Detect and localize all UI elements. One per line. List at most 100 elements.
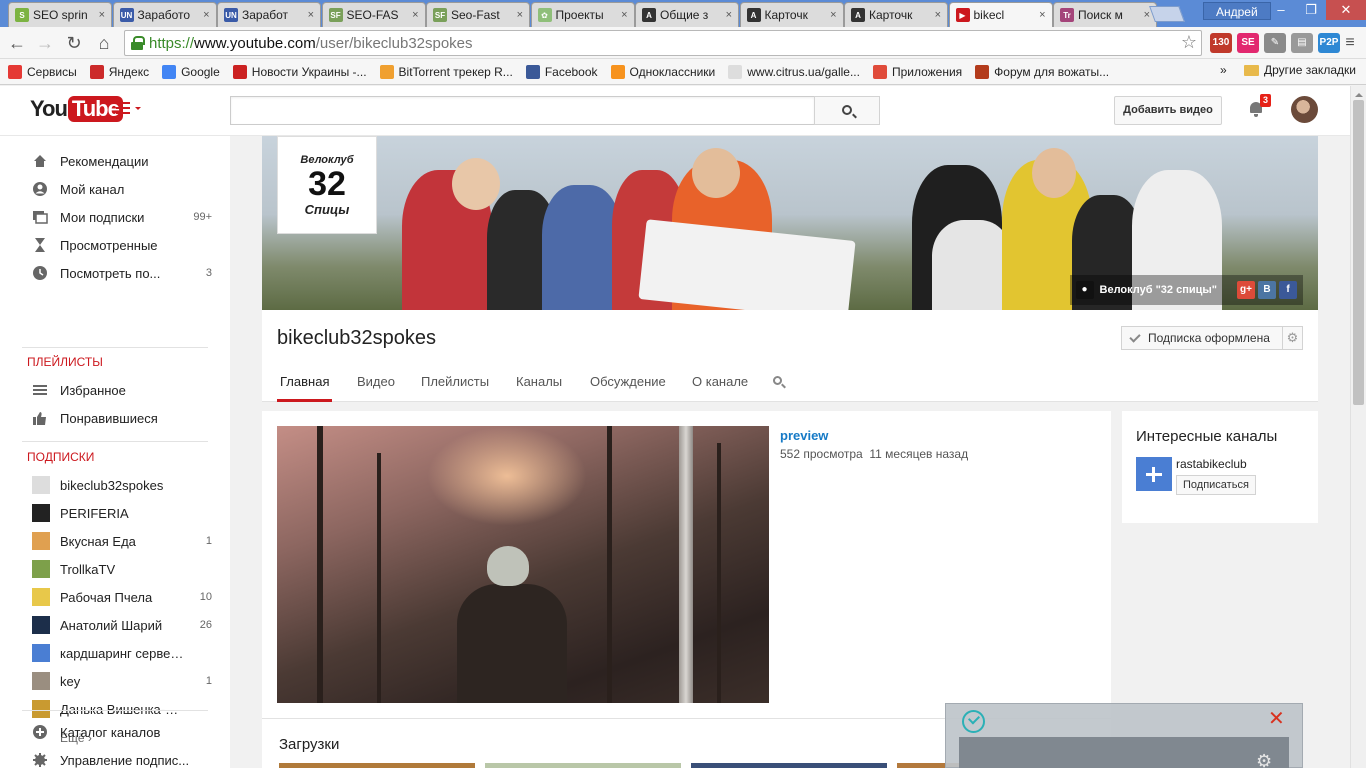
extension-icon[interactable]: ▤ xyxy=(1291,33,1313,53)
browser-tab[interactable]: UN Заработо × xyxy=(112,2,217,27)
other-bookmarks[interactable]: Другие закладки xyxy=(1244,63,1356,77)
upload-thumbnail[interactable] xyxy=(485,763,681,768)
menu-icon[interactable]: ≡ xyxy=(1340,33,1360,53)
bookmark-item[interactable]: www.citrus.ua/galle... xyxy=(728,64,860,79)
guide-item[interactable]: Мой канал xyxy=(32,175,212,203)
upload-thumbnail[interactable] xyxy=(691,763,887,768)
tab-close-icon[interactable]: × xyxy=(99,9,105,21)
upload-thumbnail[interactable] xyxy=(279,763,475,768)
channel-tab[interactable]: О канале xyxy=(689,362,751,402)
channel-tab[interactable]: Видео xyxy=(354,362,398,402)
extension-icon[interactable]: ✎ xyxy=(1264,33,1286,53)
extension-icon[interactable]: P2P xyxy=(1318,33,1340,53)
channel-search-icon[interactable] xyxy=(773,376,782,385)
bookmark-item[interactable]: Сервисы xyxy=(8,64,77,79)
related-subscribe-button[interactable]: Подписаться xyxy=(1176,475,1256,495)
channel-tab[interactable]: Плейлисты xyxy=(418,362,492,402)
guide-item[interactable]: кардшаринг сервер ... xyxy=(32,639,212,667)
subscription-settings-gear-icon[interactable]: ⚙ xyxy=(1283,326,1303,350)
scrollbar-thumb[interactable] xyxy=(1353,100,1364,405)
search-input[interactable] xyxy=(230,96,815,125)
extension-icon[interactable]: SE xyxy=(1237,33,1259,53)
back-icon[interactable]: ← xyxy=(7,33,27,53)
tab-close-icon[interactable]: × xyxy=(830,9,836,21)
address-bar[interactable]: https:// www.youtube.com /user/bikeclub3… xyxy=(124,30,1202,56)
guide-item[interactable]: Мои подписки 99+ xyxy=(32,203,212,231)
tab-close-icon[interactable]: × xyxy=(412,9,418,21)
browser-tab[interactable]: SF Seo-Fast × xyxy=(426,2,530,27)
guide-item[interactable]: Управление подпис... xyxy=(32,746,212,768)
tab-close-icon[interactable]: × xyxy=(621,9,627,21)
guide-item[interactable]: Вкусная Еда 1 xyxy=(32,527,212,555)
guide-item[interactable]: Избранное xyxy=(32,376,212,404)
minimize-button[interactable]: – xyxy=(1266,0,1296,20)
browser-tab[interactable]: A Общие з × xyxy=(635,2,739,27)
browser-tab[interactable]: UN Заработ × xyxy=(217,2,321,27)
guide-item[interactable]: Рекомендации xyxy=(32,147,212,175)
bookmark-item[interactable]: Форум для вожаты... xyxy=(975,64,1109,79)
channel-tab[interactable]: Главная xyxy=(277,362,333,402)
tab-close-icon[interactable]: × xyxy=(308,9,314,21)
social-link-icon[interactable]: g+ xyxy=(1237,281,1255,299)
browser-tab[interactable]: Tr Поиск м × xyxy=(1053,2,1157,27)
tab-close-icon[interactable]: × xyxy=(517,9,523,21)
guide-item[interactable]: Каталог каналов xyxy=(32,718,212,746)
bookmark-star-icon[interactable]: ☆ xyxy=(1181,32,1197,53)
browser-tab[interactable]: ▶ bikecl × xyxy=(948,2,1053,27)
guide-item[interactable]: Анатолий Шарий 26 xyxy=(32,611,212,639)
reload-icon[interactable]: ↻ xyxy=(64,33,84,53)
scroll-up-arrow-icon[interactable] xyxy=(1355,89,1363,97)
guide-item[interactable]: Понравившиеся xyxy=(32,404,212,432)
social-link-icon[interactable]: B xyxy=(1258,281,1276,299)
guide-item[interactable]: Просмотренные xyxy=(32,231,212,259)
browser-tab[interactable]: A Карточк × xyxy=(739,2,844,27)
maximize-button[interactable]: ❐ xyxy=(1296,0,1326,20)
bookmarks-more-button[interactable]: » xyxy=(1220,63,1227,77)
home-icon[interactable]: ⌂ xyxy=(94,33,114,53)
bookmark-item[interactable]: Facebook xyxy=(525,64,598,79)
tab-close-icon[interactable]: × xyxy=(726,9,732,21)
featured-video-thumbnail[interactable] xyxy=(277,426,769,703)
bookmark-item[interactable]: Одноклассники xyxy=(610,64,715,79)
page-scrollbar[interactable] xyxy=(1350,86,1366,768)
tab-close-icon[interactable]: × xyxy=(1039,9,1045,21)
new-tab-button[interactable] xyxy=(1149,6,1185,22)
bookmark-item[interactable]: Google xyxy=(162,64,220,79)
guide-menu-button[interactable] xyxy=(116,102,142,120)
bookmark-item[interactable]: Новости Украины -... xyxy=(232,64,367,79)
guide-item[interactable]: TrollkaTV xyxy=(32,555,212,583)
related-channel-name[interactable]: rastabikeclub xyxy=(1176,457,1247,471)
tab-close-icon[interactable]: × xyxy=(935,9,941,21)
browser-tab[interactable]: ✿ Проекты × xyxy=(530,2,635,27)
channel-tab[interactable]: Обсуждение xyxy=(587,362,669,402)
uploads-heading[interactable]: Загрузки xyxy=(279,736,339,753)
guide-item[interactable]: key 1 xyxy=(32,667,212,695)
close-icon[interactable]: ✕ xyxy=(1268,706,1285,731)
subscribed-button[interactable]: Подписка оформлена xyxy=(1121,326,1283,350)
avatar[interactable] xyxy=(1291,96,1318,123)
channel-tab[interactable]: Каналы xyxy=(513,362,565,402)
bookmark-item[interactable]: Яндекс xyxy=(89,64,149,79)
browser-tab[interactable]: S SEO sprin × xyxy=(8,2,112,27)
guide-item[interactable]: PERIFERIA xyxy=(32,499,212,527)
browser-tab[interactable]: A Карточк × xyxy=(844,2,948,27)
guide-item[interactable]: bikeclub32spokes xyxy=(32,471,212,499)
profile-name-button[interactable]: Андрей xyxy=(1203,2,1271,20)
guide-item[interactable]: Посмотреть по... 3 xyxy=(32,259,212,287)
tab-close-icon[interactable]: × xyxy=(1144,9,1150,21)
guide-item[interactable]: Рабочая Пчела 10 xyxy=(32,583,212,611)
browser-tab[interactable]: SF SEO-FAS × xyxy=(321,2,426,27)
search-button[interactable] xyxy=(814,96,880,125)
bookmark-item[interactable]: BitTorrent трекер R... xyxy=(379,64,513,79)
channel-name[interactable]: bikeclub32spokes xyxy=(277,327,436,350)
forward-icon[interactable]: → xyxy=(35,33,55,53)
featured-video-title[interactable]: preview xyxy=(780,428,828,443)
check-circle-icon[interactable] xyxy=(962,710,985,733)
bookmark-item[interactable]: Приложения xyxy=(872,64,962,79)
related-channel-avatar[interactable] xyxy=(1136,457,1172,491)
youtube-logo[interactable]: You Tube xyxy=(30,96,123,122)
gear-icon[interactable]: ⚙ xyxy=(1256,751,1272,768)
channel-link-text[interactable]: Велоклуб "32 спицы" xyxy=(1100,284,1217,296)
tab-close-icon[interactable]: × xyxy=(203,9,209,21)
channel-logo[interactable]: Велоклуб 32 Спицы xyxy=(277,136,377,234)
